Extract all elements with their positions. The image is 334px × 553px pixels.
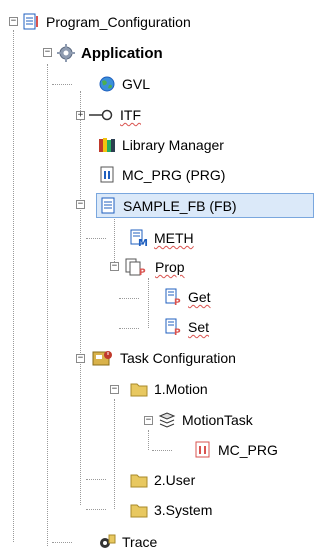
property-accessor-icon: P: [164, 318, 182, 336]
function-block-icon: [99, 197, 117, 215]
globe-icon: [98, 75, 116, 93]
svg-text:M: M: [138, 238, 148, 247]
tree-line: [119, 328, 139, 329]
tree-item-label: Library Manager: [122, 137, 224, 153]
tree-item-prop[interactable]: P Prop: [125, 256, 185, 278]
folder-icon: [130, 380, 148, 398]
tree-item-mc-prg[interactable]: MC_PRG (PRG): [98, 164, 225, 186]
tree-line: [52, 542, 72, 543]
collapse-toggle[interactable]: −: [9, 17, 18, 26]
folder-icon: [130, 471, 148, 489]
tree-item-label: GVL: [122, 76, 151, 92]
tree-item-program-configuration[interactable]: Program_Configuration: [22, 11, 191, 33]
tree-item-label: Set: [188, 319, 210, 335]
tree-item-label: 2.User: [154, 472, 196, 488]
project-icon: [22, 13, 40, 31]
tree-line: [86, 509, 106, 510]
tree-item-user[interactable]: 2.User: [130, 469, 195, 491]
trace-icon: [98, 533, 116, 551]
collapse-toggle[interactable]: −: [76, 200, 85, 209]
tree-item-label: METH: [154, 230, 194, 246]
expand-toggle[interactable]: +: [76, 111, 85, 120]
tree-line: [52, 84, 72, 85]
tree-item-label: 3.System: [154, 502, 213, 518]
tree-item-motion[interactable]: 1.Motion: [130, 378, 208, 400]
task-icon: [158, 411, 176, 429]
tree-item-application[interactable]: Application: [57, 42, 163, 64]
tree-item-itf[interactable]: ITF: [88, 104, 141, 126]
tree-line: [13, 30, 14, 542]
gear-icon: [57, 44, 75, 62]
tree-item-sample-fb[interactable]: SAMPLE_FB (FB): [96, 193, 314, 218]
tree-item-label: ITF: [120, 107, 141, 123]
program-call-icon: [194, 441, 212, 459]
tree-item-motion-task-call[interactable]: MC_PRG: [194, 439, 278, 461]
tree-item-system[interactable]: 3.System: [130, 499, 212, 521]
folder-icon: [130, 501, 148, 519]
collapse-toggle[interactable]: −: [110, 385, 119, 394]
collapse-toggle[interactable]: −: [110, 262, 119, 271]
svg-text:P: P: [139, 268, 146, 276]
tree-line: [86, 238, 106, 239]
tree-line: [152, 450, 172, 451]
tree-line: [148, 430, 149, 450]
program-icon: [98, 166, 116, 184]
tree-item-motion-task[interactable]: MotionTask: [158, 409, 253, 431]
tree-item-library-manager[interactable]: Library Manager: [98, 134, 224, 156]
tree-item-meth[interactable]: M METH: [130, 227, 194, 249]
svg-text:P: P: [174, 298, 181, 306]
tree-item-task-configuration[interactable]: Task Configuration: [92, 347, 236, 369]
tree-line: [114, 399, 115, 509]
tree-item-label: Program_Configuration: [46, 14, 191, 30]
tree-item-label: MC_PRG: [218, 442, 278, 458]
tree-line: [80, 91, 81, 505]
collapse-toggle[interactable]: −: [43, 48, 52, 57]
tree-item-label: MC_PRG (PRG): [122, 167, 226, 183]
library-icon: [98, 136, 116, 154]
tree-item-label: Task Configuration: [120, 350, 236, 366]
tree-item-label: MotionTask: [182, 412, 253, 428]
interface-icon: [88, 106, 114, 124]
tree-item-label: Prop: [155, 259, 185, 275]
method-icon: M: [130, 229, 148, 247]
svg-text:P: P: [174, 328, 181, 336]
tree-item-label: 1.Motion: [154, 381, 208, 397]
tree-item-label: Get: [188, 289, 211, 305]
property-icon: P: [125, 258, 149, 276]
tree-item-label: Application: [81, 44, 163, 62]
tree-item-gvl[interactable]: GVL: [98, 73, 150, 95]
tree-line: [47, 64, 48, 546]
tree-line: [119, 298, 139, 299]
collapse-toggle[interactable]: −: [76, 354, 85, 363]
project-tree: − Program_Configuration − Application GV…: [0, 0, 334, 553]
tree-item-get[interactable]: P Get: [164, 286, 211, 308]
tree-item-label: Trace: [122, 534, 158, 550]
tree-item-label: SAMPLE_FB (FB): [123, 197, 237, 214]
tree-line: [148, 278, 149, 328]
tree-item-trace[interactable]: Trace: [98, 531, 157, 553]
task-configuration-icon: [92, 349, 114, 367]
tree-line: [86, 479, 106, 480]
tree-item-set[interactable]: P Set: [164, 316, 209, 338]
property-accessor-icon: P: [164, 288, 182, 306]
collapse-toggle[interactable]: −: [144, 416, 153, 425]
tree-line: [114, 216, 115, 266]
